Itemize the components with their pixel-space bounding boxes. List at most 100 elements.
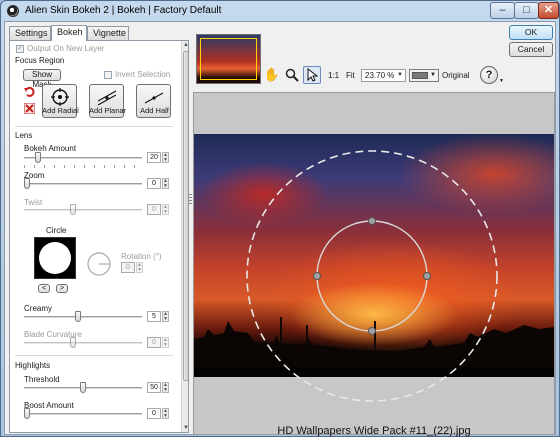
panel-scrollbar[interactable]: ▲ ▼	[181, 41, 188, 432]
blade-curvature-slider-track[interactable]	[24, 342, 142, 344]
circle-label: Circle	[46, 226, 67, 235]
half-line-icon	[145, 92, 163, 104]
threshold-label: Threshold	[24, 375, 60, 384]
navigator-thumbnail[interactable]	[196, 34, 261, 84]
zoom-1-to-1-button[interactable]: 1:1	[328, 71, 339, 80]
hand-tool-icon[interactable]: ✋	[263, 66, 281, 84]
bokeh-amount-slider-thumb[interactable]	[35, 152, 41, 163]
zoom-fit-button[interactable]: Fit	[346, 71, 355, 80]
color-swatch	[412, 72, 428, 79]
rotation-label: Rotation (°)	[121, 252, 162, 261]
divider	[15, 355, 173, 356]
bokeh-amount-slider-track[interactable]	[24, 157, 142, 159]
splitter-grip[interactable]	[189, 194, 192, 206]
creamy-slider-track[interactable]	[24, 316, 142, 318]
zoom-slider-track[interactable]	[24, 183, 142, 185]
chevron-down-icon[interactable]: ▼	[499, 78, 504, 84]
prev-shape-button[interactable]: <	[38, 284, 50, 293]
next-shape-button[interactable]: >	[56, 284, 68, 293]
scroll-down-icon[interactable]: ▼	[182, 424, 188, 432]
zoom-level-value: 23.70 %	[365, 71, 395, 80]
cancel-button[interactable]: Cancel	[509, 42, 553, 57]
focus-ring[interactable]	[316, 220, 428, 332]
threshold-slider-thumb[interactable]	[80, 382, 86, 393]
close-button[interactable]: ✕	[538, 2, 559, 19]
add-planar-button[interactable]: Add Planar	[88, 84, 127, 118]
add-planar-label: Add Planar	[88, 106, 127, 115]
bokeh-amount-field[interactable]: 20	[147, 152, 161, 163]
focus-region-heading: Focus Region	[15, 56, 65, 65]
invert-selection-checkbox[interactable]	[104, 71, 112, 79]
creamy-slider-thumb[interactable]	[75, 311, 81, 322]
divider	[15, 126, 173, 127]
creamy-field[interactable]: 5	[147, 311, 161, 322]
boost-amount-slider-thumb[interactable]	[24, 408, 30, 419]
twist-slider-thumb[interactable]	[70, 204, 76, 215]
tab-vignette[interactable]: Vignette	[87, 26, 129, 40]
zoom-field[interactable]: 0	[147, 178, 161, 189]
slider-ticks	[24, 165, 142, 168]
app-logo-icon	[7, 5, 19, 17]
add-half-label: Add Half	[140, 106, 169, 115]
focus-handle-left[interactable]	[313, 272, 321, 280]
dialog-client-area: Settings Bokeh Vignette Output On New La…	[4, 21, 556, 437]
title-bar[interactable]: Alien Skin Bokeh 2 | Bokeh | Factory Def…	[1, 1, 559, 21]
threshold-spinner[interactable]: ▲ ▼	[162, 382, 169, 393]
output-new-layer-checkbox[interactable]	[16, 43, 24, 53]
aperture-shape-preview[interactable]	[34, 237, 76, 279]
image-filename: HD Wallpapers Wide Pack #11_(22).jpg	[277, 425, 471, 437]
rotation-field[interactable]: 0	[121, 262, 135, 273]
window-title: Alien Skin Bokeh 2 | Bokeh | Factory Def…	[25, 5, 222, 16]
scroll-up-icon[interactable]: ▲	[182, 41, 188, 49]
chevron-down-icon: ▼	[430, 72, 436, 78]
bokeh-amount-spinner[interactable]: ▲ ▼	[162, 152, 169, 163]
show-mask-button[interactable]: Show Mask	[23, 69, 61, 89]
background-color-picker[interactable]: ▼	[409, 69, 439, 82]
rotation-spinner[interactable]: ▲ ▼	[136, 262, 143, 273]
blade-curvature-spinner[interactable]: ▲ ▼	[162, 337, 169, 348]
rotation-dial[interactable]	[86, 251, 112, 277]
output-new-layer-label: Output On New Layer	[27, 44, 105, 53]
focus-handle-top[interactable]	[368, 217, 376, 225]
app-window: Alien Skin Bokeh 2 | Bokeh | Factory Def…	[0, 0, 560, 437]
threshold-field[interactable]: 50	[147, 382, 161, 393]
navigator-viewport[interactable]	[200, 38, 257, 80]
creamy-spinner[interactable]: ▲ ▼	[162, 311, 169, 322]
focus-handle-bottom[interactable]	[368, 327, 376, 335]
focus-overlay[interactable]	[194, 93, 554, 423]
twist-slider-track[interactable]	[24, 209, 142, 211]
tab-bokeh[interactable]: Bokeh	[51, 25, 87, 41]
add-half-button[interactable]: Add Half	[136, 84, 171, 118]
ok-button[interactable]: OK	[509, 25, 553, 40]
boost-amount-slider-track[interactable]	[24, 413, 142, 415]
boost-amount-field[interactable]: 0	[147, 408, 161, 419]
lens-heading: Lens	[15, 131, 33, 140]
delete-icon[interactable]	[23, 102, 36, 115]
twist-field[interactable]: 0	[147, 204, 161, 215]
boost-amount-spinner[interactable]: ▲ ▼	[162, 408, 169, 419]
blade-curvature-slider-thumb[interactable]	[70, 337, 76, 348]
highlights-heading: Highlights	[15, 361, 51, 370]
zoom-level-select[interactable]: 23.70 % ▼	[361, 69, 406, 82]
boost-amount-label: Boost Amount	[24, 401, 74, 410]
tab-settings[interactable]: Settings	[9, 26, 51, 40]
circle-shape-icon	[39, 242, 71, 274]
falloff-ring[interactable]	[246, 150, 498, 402]
scrollbar-thumb[interactable]	[183, 51, 188, 381]
twist-spinner[interactable]: ▲ ▼	[162, 204, 169, 215]
magnifier-icon[interactable]	[283, 66, 301, 84]
zoom-spinner[interactable]: ▲ ▼	[162, 178, 169, 189]
minimize-button[interactable]: –	[490, 2, 515, 19]
undo-icon[interactable]	[24, 85, 35, 97]
maximize-button[interactable]: □	[514, 2, 539, 19]
blade-curvature-field[interactable]: 0	[147, 337, 161, 348]
help-icon[interactable]: ?	[480, 66, 498, 84]
add-radial-button[interactable]: Add Radial	[42, 84, 79, 118]
settings-panel: Output On New Layer Focus Region Show Ma…	[9, 40, 189, 433]
arrow-pointer-icon[interactable]	[303, 66, 321, 84]
zoom-slider-thumb[interactable]	[24, 178, 30, 189]
original-toggle[interactable]: Original	[442, 71, 470, 80]
creamy-label: Creamy	[24, 304, 53, 313]
focus-handle-right[interactable]	[423, 272, 431, 280]
image-preview-area[interactable]: HD Wallpapers Wide Pack #11_(22).jpg	[193, 92, 555, 437]
